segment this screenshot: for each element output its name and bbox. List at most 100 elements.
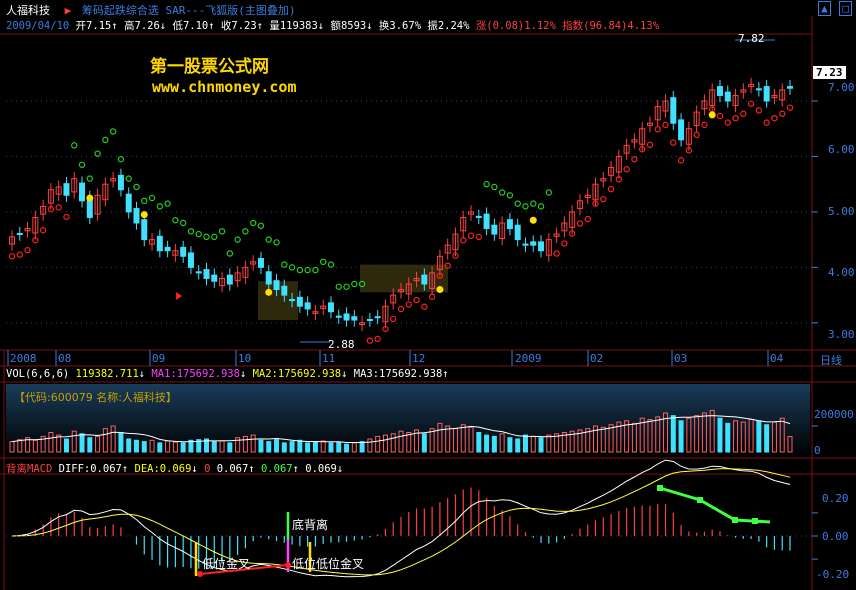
volume-bar — [297, 439, 303, 453]
bottom-divergence-label: 底背离 — [292, 518, 329, 532]
volume-bar — [274, 439, 280, 453]
y-tick-6: 6.00 — [828, 143, 855, 156]
low-price-label: 2.88 — [328, 338, 355, 351]
volume-bar — [133, 439, 139, 453]
sar-dot — [117, 156, 125, 163]
sar-dot — [763, 119, 770, 126]
candle-body — [141, 219, 148, 241]
macd-header: 背离MACD DIFF:0.067↑ DEA:0.069↓ 0 0.067↑ 0… — [6, 463, 344, 475]
candle-body — [289, 299, 296, 302]
sar-dot — [413, 296, 420, 304]
sar-dot — [172, 217, 179, 224]
sar-dot — [16, 251, 23, 258]
sar-dot — [732, 114, 739, 122]
sar-dot — [607, 185, 615, 193]
period-label[interactable]: 日线 — [820, 352, 842, 368]
sar-dot — [304, 266, 311, 274]
sar-dot — [747, 100, 755, 107]
volume-bar — [79, 433, 85, 453]
sar-dot — [561, 240, 568, 247]
volume-bar — [491, 435, 497, 453]
time-label: 03 — [674, 352, 688, 365]
time-label: 10 — [238, 352, 252, 365]
divergence-point — [732, 517, 738, 523]
sar-dot — [374, 335, 381, 343]
sar-dot — [218, 228, 226, 235]
volume-bar — [118, 432, 124, 453]
signal-dot — [436, 286, 444, 294]
sar-dot — [530, 200, 537, 207]
candle-body — [724, 91, 731, 102]
time-label: 11 — [322, 352, 336, 365]
candle-body — [755, 88, 762, 91]
macd-diff: DIFF:0.067 — [58, 463, 122, 475]
sar-dot — [779, 110, 786, 117]
sar-dot — [133, 183, 140, 191]
low-cross-label-2: 低位低位金叉 — [292, 557, 365, 571]
candle-body — [265, 271, 272, 285]
chart-canvas[interactable] — [0, 0, 856, 590]
volume-bar — [515, 438, 521, 453]
volume-bar — [266, 441, 272, 453]
time-label: 2009 — [515, 352, 542, 365]
vol-value: 119382.711 — [75, 368, 139, 380]
sar-dot — [421, 303, 428, 310]
candle-body — [203, 269, 210, 279]
volume-bar — [63, 438, 69, 453]
vol-y-tick-0: 0 — [814, 444, 821, 457]
macd-y-tick-000: 0.00 — [822, 530, 849, 543]
macd-v2: 0.067 — [216, 463, 249, 475]
macd-v4: 0.069 — [305, 463, 337, 475]
volume-bar — [538, 437, 544, 453]
sar-dot — [646, 141, 654, 149]
candle-body — [211, 274, 218, 282]
candle-body — [343, 313, 350, 321]
candle-body — [351, 316, 358, 321]
volume-bar — [312, 441, 318, 453]
sar-dot — [179, 219, 187, 227]
vol-name[interactable]: VOL(6,6,6) — [6, 368, 69, 380]
sar-dot — [86, 175, 94, 182]
y-tick-7: 7.00 — [828, 81, 855, 94]
low-cross-label: 低位金叉 — [202, 557, 251, 571]
sar-dot — [506, 192, 514, 199]
macd-y-tick-020: 0.20 — [822, 492, 849, 505]
sar-dot — [234, 236, 241, 243]
candle-body — [335, 315, 342, 318]
candle-body — [79, 182, 86, 202]
sar-dot — [670, 139, 677, 146]
sar-dot — [397, 305, 405, 313]
sar-dot — [677, 157, 685, 164]
buy-arrow-icon — [176, 292, 182, 300]
time-label: 12 — [412, 352, 426, 365]
volume-bar — [227, 442, 233, 453]
candle-body — [117, 174, 124, 191]
sar-dot — [327, 261, 335, 268]
volume-bar — [344, 443, 350, 453]
volume-bar — [336, 441, 342, 453]
volume-header: VOL(6,6,6) 119382.711↓ MA1:175692.938↓ M… — [6, 368, 449, 380]
volume-bar — [756, 420, 762, 453]
sar-dot — [148, 194, 156, 202]
time-label: 2008 — [10, 352, 37, 365]
vol-ma3: MA3:175692.938 — [353, 368, 443, 380]
current-price-tag: 7.23 — [813, 66, 846, 79]
vol-y-tick-200000: 200000 — [814, 408, 854, 421]
macd-name[interactable]: 背离MACD — [6, 463, 52, 475]
divergence-point — [697, 497, 703, 503]
candle-body — [226, 274, 233, 285]
sar-dot — [226, 250, 234, 257]
time-label: 04 — [770, 352, 784, 365]
sar-dot — [141, 197, 148, 205]
sar-dot — [475, 233, 482, 241]
sar-dot — [312, 266, 319, 274]
sar-dot — [249, 219, 257, 227]
candle-body — [164, 246, 171, 252]
candle-body — [421, 274, 428, 285]
sar-dot — [195, 230, 202, 238]
volume-bar — [764, 424, 770, 453]
macd-v1: 0 — [204, 463, 211, 475]
volume-bar — [507, 437, 513, 453]
candle-body — [670, 97, 677, 124]
volume-bar — [717, 417, 723, 453]
